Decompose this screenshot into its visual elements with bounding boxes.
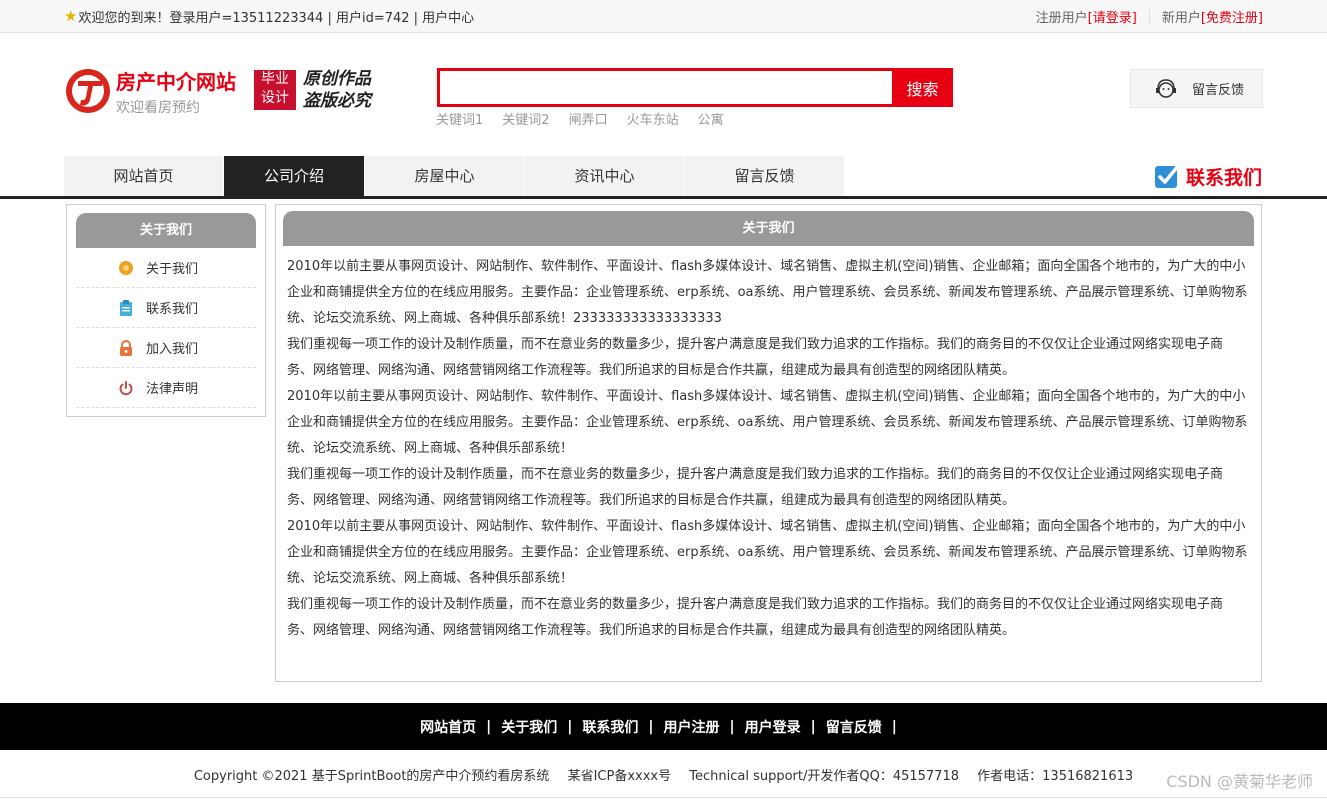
customer-service-icon <box>1156 78 1176 98</box>
star-icon: ★ <box>64 7 78 25</box>
clipboard-icon <box>118 299 134 316</box>
bottom-divider <box>0 797 1327 798</box>
login-link[interactable]: [请登录] <box>1088 7 1137 26</box>
new-user-label: 新用户 <box>1161 11 1201 26</box>
keyword-link[interactable]: 闸弄口 <box>569 109 608 128</box>
footer-separator: | <box>567 718 573 735</box>
power-icon <box>118 380 134 396</box>
nav-divider <box>0 196 1327 199</box>
free-register-link[interactable]: [免费注册] <box>1201 7 1263 26</box>
footer-separator: | <box>486 718 492 735</box>
article-paragraph: 我们重视每一项工作的设计及制作质量，而不在意业务的数量多少，提升客户满意度是我们… <box>287 597 1224 638</box>
top-bar: ★ 欢迎您的到来！登录用户=13511223344 | 用户id=742 | 用… <box>0 0 1327 33</box>
main-panel: 关于我们 2010年以前主要从事网页设计、网站制作、软件制作、平面设计、flas… <box>275 204 1262 682</box>
sidebar-item-contact[interactable]: 联系我们 <box>76 288 256 328</box>
lock-icon <box>118 339 134 356</box>
circle-icon <box>118 260 134 276</box>
sidebar-item-label: 联系我们 <box>146 302 199 317</box>
sidebar-item-join[interactable]: 加入我们 <box>76 328 256 368</box>
badge-line: 毕业 <box>261 71 289 87</box>
article-paragraph: 我们重视每一项工作的设计及制作质量，而不在意业务的数量多少，提升客户满意度是我们… <box>287 467 1224 508</box>
sidebar-title: 关于我们 <box>76 213 256 248</box>
search-input[interactable] <box>437 68 901 107</box>
divider <box>1148 9 1150 24</box>
nav-item-home[interactable]: 网站首页 <box>64 156 224 196</box>
welcome-area: ★ 欢迎您的到来！登录用户=13511223344 | 用户id=742 | 用… <box>64 7 474 27</box>
footer-link-about[interactable]: 关于我们 <box>501 717 557 737</box>
sidebar-item-label: 法律声明 <box>146 382 199 397</box>
article-body: 2010年以前主要从事网页设计、网站制作、软件制作、平面设计、flash多媒体设… <box>287 254 1248 644</box>
phone-text: 作者电话：13516821613 <box>977 769 1134 784</box>
footer-separator: | <box>729 718 735 735</box>
main-nav: 网站首页 公司介绍 房屋中心 资讯中心 留言反馈 <box>64 156 845 196</box>
slogan-line: 原创作品 <box>303 69 371 89</box>
keyword-link[interactable]: 公寓 <box>698 109 724 128</box>
contact-us-label: 联系我们 <box>1186 166 1263 189</box>
main-panel-title: 关于我们 <box>283 211 1254 246</box>
keyword-link[interactable]: 关键词2 <box>502 109 549 128</box>
icp-text: 某省ICP备xxxx号 <box>567 769 672 784</box>
graduation-badge: 毕业 设计 <box>254 70 296 110</box>
footer-separator: | <box>810 718 816 735</box>
article-paragraph: 2010年以前主要从事网页设计、网站制作、软件制作、平面设计、flash多媒体设… <box>287 259 1248 326</box>
footer-separator: | <box>891 718 897 735</box>
sidebar: 关于我们 关于我们 联系我们 加入我们 法律声明 <box>66 204 266 417</box>
keyword-link[interactable]: 关键词1 <box>436 109 483 128</box>
nav-item-news[interactable]: 资讯中心 <box>525 156 685 196</box>
support-text: Technical support/开发作者QQ：45157718 <box>689 769 960 784</box>
site-logo-icon[interactable] <box>64 67 114 115</box>
copyright-bar: Copyright ©2021 基于SprintBoot的房产中介预约看房系统 … <box>0 765 1327 784</box>
article-paragraph: 2010年以前主要从事网页设计、网站制作、软件制作、平面设计、flash多媒体设… <box>287 519 1248 586</box>
feedback-label: 留言反馈 <box>1192 83 1245 98</box>
account-links: 注册用户 [请登录] 新用户 [免费注册] <box>1036 7 1263 26</box>
nav-item-company-intro[interactable]: 公司介绍 <box>224 156 365 196</box>
nav-item-houses[interactable]: 房屋中心 <box>365 156 525 196</box>
footer-nav: 网站首页 | 关于我们 | 联系我们 | 用户注册 | 用户登录 | 留言反馈 | <box>0 703 1327 750</box>
contact-us-link[interactable]: 联系我们 <box>1153 162 1262 190</box>
article-paragraph: 2010年以前主要从事网页设计、网站制作、软件制作、平面设计、flash多媒体设… <box>287 389 1248 456</box>
footer-separator: | <box>648 718 654 735</box>
sidebar-item-legal[interactable]: 法律声明 <box>76 368 256 408</box>
watermark: CSDN @黄菊华老师 <box>1166 772 1313 791</box>
sidebar-item-about[interactable]: 关于我们 <box>76 248 256 288</box>
copyright-text: Copyright ©2021 基于SprintBoot的房产中介预约看房系统 <box>193 769 550 784</box>
site-title: 房产中介网站 <box>116 70 236 94</box>
keyword-link[interactable]: 火车东站 <box>627 109 679 128</box>
footer-link-home[interactable]: 网站首页 <box>420 717 476 737</box>
footer-link-contact[interactable]: 联系我们 <box>582 717 638 737</box>
nav-item-feedback[interactable]: 留言反馈 <box>685 156 845 196</box>
article-paragraph: 我们重视每一项工作的设计及制作质量，而不在意业务的数量多少，提升客户满意度是我们… <box>287 337 1224 378</box>
sidebar-list: 关于我们 联系我们 加入我们 法律声明 <box>76 248 256 408</box>
checkbox-icon <box>1155 164 1180 188</box>
slogan: 原创作品 盗版必究 <box>303 68 371 112</box>
welcome-text[interactable]: 欢迎您的到来！登录用户=13511223344 | 用户id=742 | 用户中… <box>78 7 474 26</box>
sidebar-item-label: 加入我们 <box>146 342 199 357</box>
search-button[interactable]: 搜索 <box>892 68 953 107</box>
footer-link-feedback[interactable]: 留言反馈 <box>826 717 882 737</box>
footer-link-login[interactable]: 用户登录 <box>745 717 801 737</box>
feedback-button[interactable]: 留言反馈 <box>1130 69 1263 108</box>
slogan-line: 盗版必究 <box>303 91 371 111</box>
badge-line: 设计 <box>261 90 289 106</box>
site-subtitle: 欢迎看房预约 <box>116 100 200 116</box>
register-user-label: 注册用户 <box>1035 11 1088 26</box>
hot-keywords: 关键词1 关键词2 闸弄口 火车东站 公寓 <box>436 109 724 128</box>
search-box: 搜索 <box>437 68 953 107</box>
sidebar-item-label: 关于我们 <box>146 262 199 277</box>
footer-link-register[interactable]: 用户注册 <box>664 717 720 737</box>
